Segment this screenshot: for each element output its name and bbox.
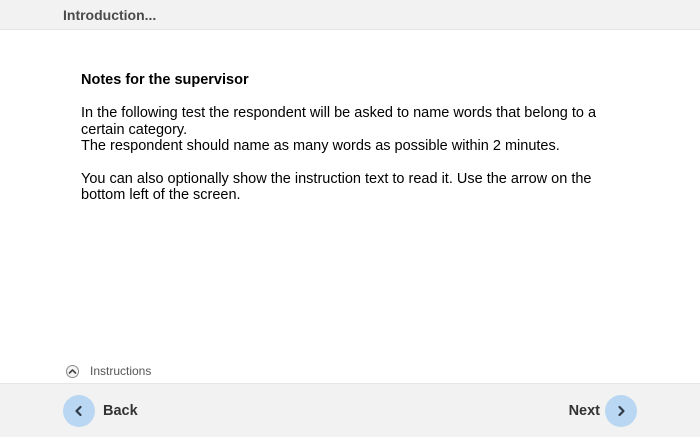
- next-label[interactable]: Next: [569, 403, 600, 419]
- paragraph-line: bottom left of the screen.: [81, 187, 241, 203]
- notes-heading: Notes for the supervisor: [81, 72, 249, 88]
- instructions-toggle[interactable]: Instructions: [66, 363, 151, 379]
- paragraph-instruction-hint: You can also optionally show the instruc…: [81, 171, 621, 204]
- header-bar: Introduction...: [0, 0, 700, 30]
- next-button[interactable]: Next: [569, 395, 637, 427]
- paragraph-line: You can also optionally show the instruc…: [81, 170, 592, 187]
- paragraph-test-description: In the following test the respondent wil…: [81, 105, 621, 155]
- main-content: Notes for the supervisor In the followin…: [81, 71, 621, 220]
- page-title: Introduction...: [63, 7, 157, 23]
- next-circle[interactable]: [605, 395, 637, 427]
- paragraph-line: In the following test the respondent wil…: [81, 105, 597, 121]
- back-circle[interactable]: [63, 395, 95, 427]
- footer-bar: Back Next: [0, 383, 700, 437]
- back-button[interactable]: Back: [63, 395, 138, 427]
- instructions-label[interactable]: Instructions: [90, 364, 151, 378]
- chevron-right-icon: [618, 405, 625, 417]
- chevron-left-icon: [75, 405, 82, 417]
- paragraph-line: certain category.: [81, 121, 188, 138]
- page: Introduction... Notes for the supervisor…: [0, 0, 700, 437]
- chevron-up-icon[interactable]: [66, 364, 79, 378]
- back-label[interactable]: Back: [103, 403, 138, 419]
- paragraph-line: The respondent should name as many words…: [81, 138, 560, 154]
